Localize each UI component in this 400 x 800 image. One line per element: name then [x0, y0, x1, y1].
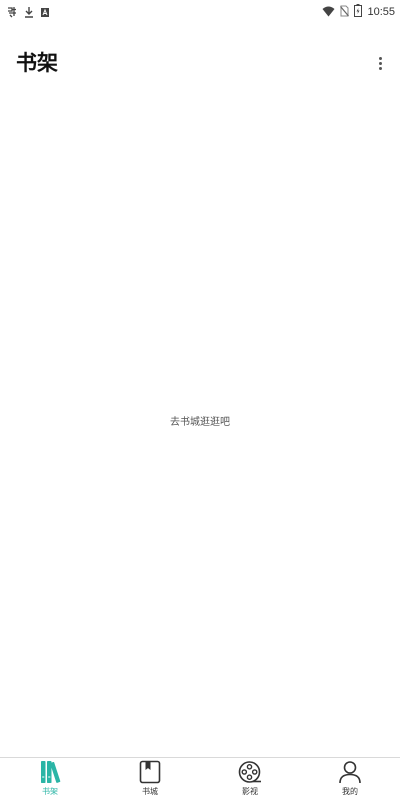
bookshelf-icon — [37, 759, 63, 785]
film-reel-icon — [237, 759, 263, 785]
app-bar: 书架 — [0, 40, 400, 86]
status-right-icons: 10:55 — [322, 2, 395, 21]
bottom-nav: 书架 书城 影视 我的 — [0, 757, 400, 800]
status-time: 10:55 — [367, 5, 395, 18]
nav-label-bookstore: 书城 — [142, 787, 158, 796]
nav-label-profile: 我的 — [342, 787, 358, 796]
status-bar: 10:55 — [0, 0, 400, 20]
nav-item-bookstore[interactable]: 书城 — [100, 758, 200, 800]
nav-item-video[interactable]: 影视 — [200, 758, 300, 800]
battery-icon — [354, 2, 363, 21]
empty-state-link[interactable]: 去书城逛逛吧 — [0, 416, 400, 430]
download-icon — [24, 3, 34, 22]
translate-icon — [40, 3, 50, 22]
book-icon — [137, 759, 163, 785]
nav-label-bookshelf: 书架 — [42, 787, 58, 796]
page-title: 书架 — [16, 51, 58, 75]
more-options-button[interactable] — [372, 53, 388, 73]
nav-item-bookshelf[interactable]: 书架 — [0, 758, 100, 800]
nav-item-profile[interactable]: 我的 — [300, 758, 400, 800]
wifi-icon — [322, 2, 335, 21]
status-left-icons — [6, 3, 50, 22]
no-sim-icon — [340, 2, 350, 21]
more-vert-icon — [378, 56, 382, 70]
nav-label-video: 影视 — [242, 787, 258, 796]
app-notification-icon — [6, 3, 18, 22]
app-screen: 10:55 书架 去书城逛逛吧 书架 书城 影视 我的 — [0, 0, 400, 800]
person-icon — [337, 759, 363, 785]
